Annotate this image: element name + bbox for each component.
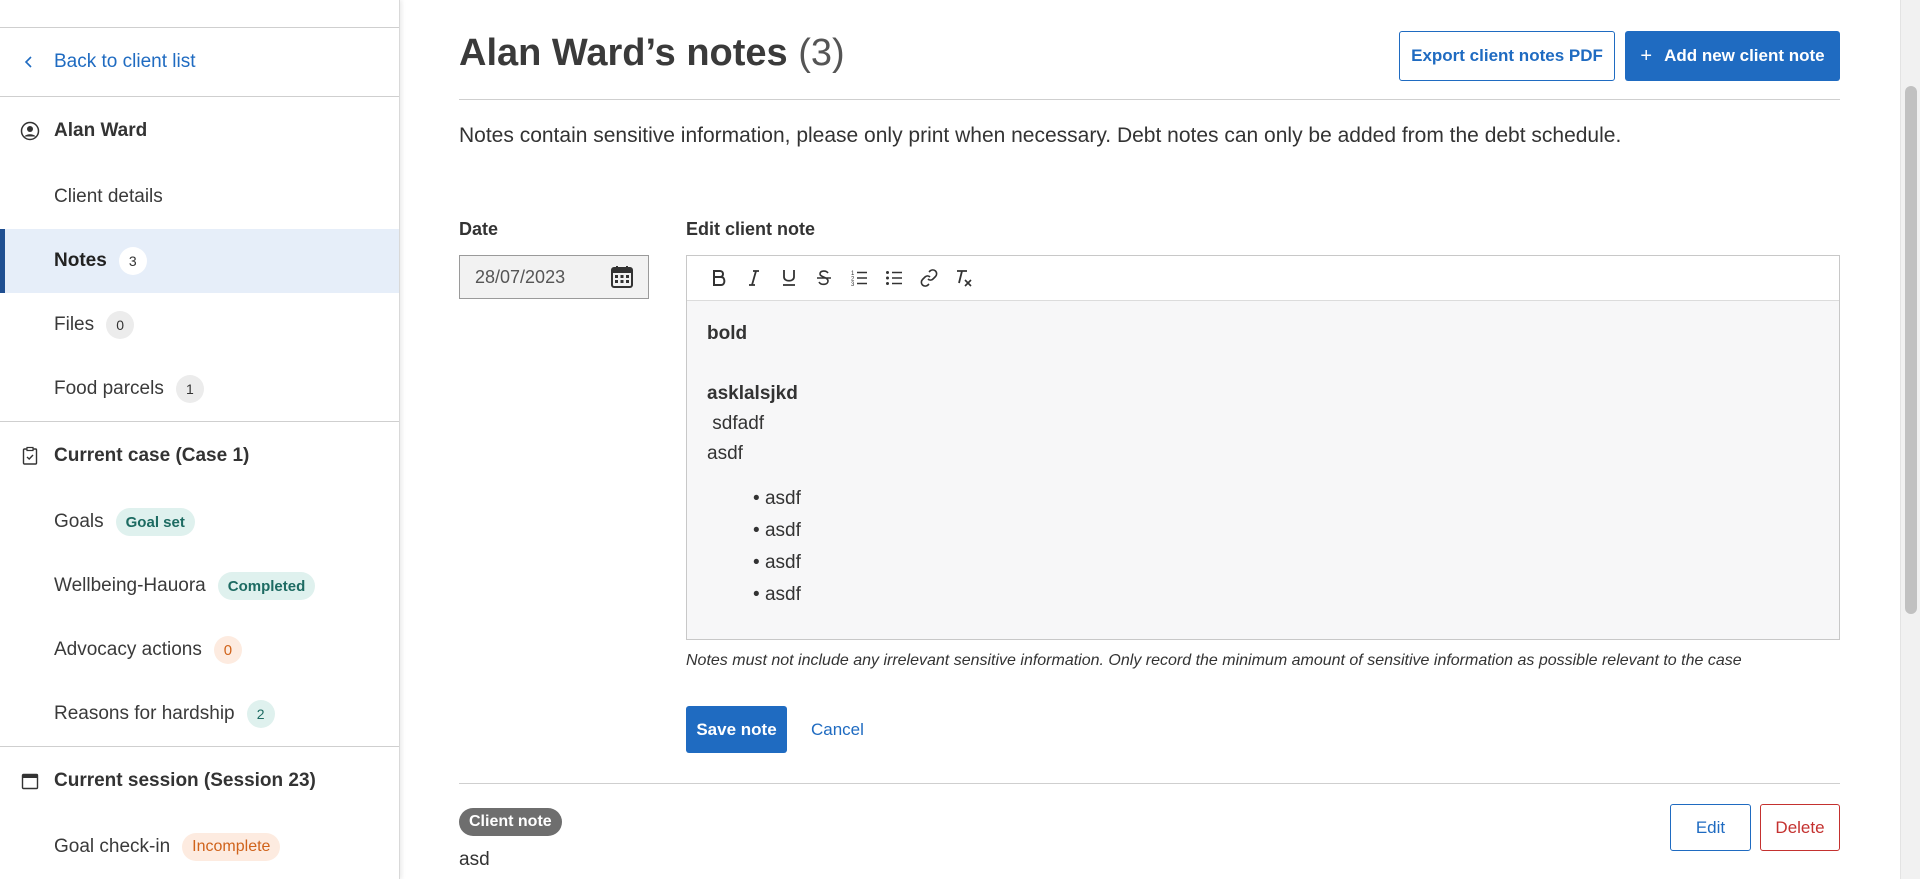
editor-line: asdf: [707, 443, 743, 464]
editor-bullet-list: asdf asdf asdf asdf: [707, 483, 1819, 611]
scrollbar-thumb[interactable]: [1905, 86, 1917, 614]
user-circle-icon: [20, 121, 40, 141]
add-note-label: Add new client note: [1664, 46, 1825, 65]
food-parcels-count-badge: 1: [175, 375, 204, 403]
session-section-header: Current session (Session 23): [0, 747, 399, 815]
editor-line: asklalsjkd: [707, 383, 798, 404]
sensitivity-notice: Notes contain sensitive information, ple…: [459, 124, 1622, 147]
ordered-list-icon[interactable]: 123: [841, 263, 876, 293]
rich-text-editor: 123 bold asklalsjkd sdfadf asdf asdf asd…: [686, 255, 1840, 640]
chevron-left-icon: [24, 56, 32, 68]
client-section-header: Alan Ward: [0, 97, 399, 165]
edit-label: Edit: [1695, 817, 1726, 837]
edit-note-button[interactable]: Edit: [1670, 804, 1751, 851]
cancel-button[interactable]: Cancel: [799, 706, 876, 753]
date-value: 28/07/2023: [475, 266, 566, 287]
list-item: asdf: [753, 483, 1819, 515]
sidebar-item-label: Goals: [54, 511, 104, 532]
edit-note-label: Edit client note: [686, 219, 816, 239]
calendar-picker-icon[interactable]: [610, 265, 634, 289]
strikethrough-icon[interactable]: [806, 263, 841, 293]
sidebar-item-label: Food parcels: [54, 378, 164, 399]
sidebar-item-reasons-for-hardship[interactable]: Reasons for hardship 2: [0, 682, 399, 746]
sidebar-item-wellbeing[interactable]: Wellbeing-Hauora Completed: [0, 554, 399, 618]
link-icon[interactable]: [911, 263, 946, 293]
sidebar-item-label: Client details: [54, 186, 163, 207]
sidebar-item-label: Goal check-in: [54, 836, 171, 857]
sidebar-top-divider: [0, 0, 399, 28]
save-note-label: Save note: [696, 719, 777, 739]
sidebar-item-label: Wellbeing-Hauora: [54, 575, 206, 596]
list-item: asdf: [753, 515, 1819, 547]
sidebar-item-label: Advocacy actions: [54, 639, 202, 660]
vertical-scrollbar[interactable]: [1900, 0, 1920, 879]
sidebar-item-label: Notes: [54, 250, 107, 271]
sidebar-item-client-details[interactable]: Client details: [0, 165, 399, 229]
sidebar-item-label: Reasons for hardship: [54, 703, 235, 724]
page-header: Alan Ward’s notes (3) Export client note…: [459, 28, 1840, 100]
sidebar-item-food-parcels[interactable]: Food parcels 1: [0, 357, 399, 421]
note-text: asd: [459, 849, 490, 870]
advocacy-count-badge: 0: [213, 636, 242, 664]
sidebar-item-label: Files: [54, 314, 95, 335]
client-name: Alan Ward: [54, 120, 148, 141]
notes-count-badge: 3: [118, 247, 147, 275]
client-note-tag: Client note: [459, 808, 562, 836]
plus-icon: +: [1640, 44, 1653, 67]
clear-formatting-icon[interactable]: [946, 263, 981, 293]
sidebar-item-advocacy-actions[interactable]: Advocacy actions 0: [0, 618, 399, 682]
delete-label: Delete: [1775, 817, 1825, 837]
date-label: Date: [459, 219, 499, 239]
editor-line: bold: [707, 323, 748, 344]
notes-count: (3): [798, 32, 845, 74]
sidebar-item-goals[interactable]: Goals Goal set: [0, 490, 399, 554]
list-item: asdf: [753, 547, 1819, 579]
goal-check-in-status-badge: Incomplete: [182, 833, 281, 861]
save-note-button[interactable]: Save note: [686, 706, 787, 753]
clipboard-check-icon: [22, 446, 38, 465]
session-title: Current session (Session 23): [54, 770, 316, 791]
underline-icon[interactable]: [771, 263, 806, 293]
section-divider: [459, 783, 1840, 784]
back-to-client-list-link[interactable]: Back to client list: [0, 28, 399, 97]
sidebar: Back to client list Alan Ward Client det…: [0, 0, 400, 879]
wellbeing-status-badge: Completed: [217, 572, 316, 600]
italic-icon[interactable]: [736, 263, 771, 293]
files-count-badge: 0: [106, 311, 135, 339]
goals-status-badge: Goal set: [115, 508, 195, 536]
case-section-header: Current case (Case 1): [0, 422, 399, 490]
case-section: Current case (Case 1) Goals Goal set Wel…: [0, 422, 399, 747]
delete-note-button[interactable]: Delete: [1760, 804, 1840, 851]
editor-toolbar: 123: [687, 256, 1839, 301]
back-link-label: Back to client list: [54, 51, 196, 72]
cancel-label: Cancel: [811, 719, 864, 739]
editor-blank-line: [707, 349, 1819, 379]
export-pdf-label: Export client notes PDF: [1411, 46, 1603, 65]
client-section: Alan Ward Client details Notes 3 Files 0…: [0, 97, 399, 422]
hardship-count-badge: 2: [246, 700, 275, 728]
sidebar-item-notes[interactable]: Notes 3: [0, 229, 399, 293]
session-section: Current session (Session 23) Goal check-…: [0, 747, 399, 879]
editor-hint: Notes must not include any irrelevant se…: [686, 652, 1742, 669]
editor-line: sdfadf: [707, 413, 765, 434]
bold-icon[interactable]: [701, 263, 736, 293]
main-content: Alan Ward’s notes (3) Export client note…: [459, 0, 1840, 879]
calendar-icon: [21, 773, 39, 790]
bullet-list-icon[interactable]: [876, 263, 911, 293]
list-item: asdf: [753, 579, 1819, 611]
svg-text:3: 3: [851, 282, 855, 287]
sidebar-item-goal-check-in[interactable]: Goal check-in Incomplete: [0, 815, 399, 879]
case-title: Current case (Case 1): [54, 445, 250, 466]
export-pdf-button[interactable]: Export client notes PDF: [1399, 31, 1615, 81]
editor-content[interactable]: bold asklalsjkd sdfadf asdf asdf asdf as…: [687, 301, 1839, 639]
sidebar-item-files[interactable]: Files 0: [0, 293, 399, 357]
add-note-button[interactable]: + Add new client note: [1625, 31, 1840, 81]
page-title: Alan Ward’s notes (3): [459, 32, 845, 75]
page-title-text: Alan Ward’s notes: [459, 32, 788, 74]
date-input[interactable]: 28/07/2023: [459, 255, 649, 299]
